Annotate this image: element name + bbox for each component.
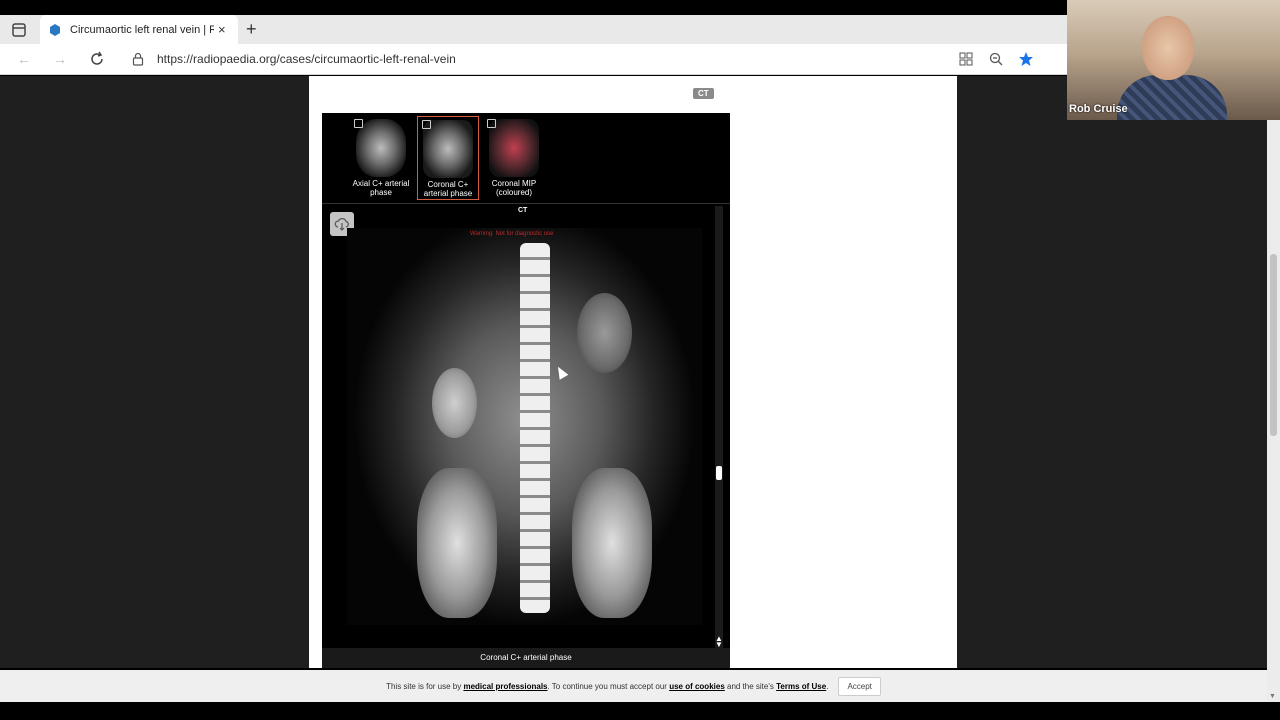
medical-professionals-link[interactable]: medical professionals xyxy=(463,682,547,691)
back-icon[interactable]: ← xyxy=(16,51,32,67)
tab-title: Circumaortic left renal vein | Rad xyxy=(70,23,214,36)
scroll-down-arrow-icon[interactable]: ▼ xyxy=(1269,693,1276,700)
slice-scrollbar[interactable] xyxy=(715,206,723,656)
ct-anatomy xyxy=(572,468,652,618)
slice-stepper-icon[interactable]: ▲ ▼ xyxy=(715,635,723,649)
cookie-notice: This site is for use by medical professi… xyxy=(0,670,1267,702)
zoom-out-icon[interactable] xyxy=(988,51,1004,67)
cookie-text-part: and the site's xyxy=(724,681,777,691)
series-thumb-image xyxy=(489,119,539,177)
reload-icon[interactable] xyxy=(89,51,105,67)
ct-anatomy xyxy=(417,468,497,618)
cookie-text: This site is for use by medical professi… xyxy=(386,682,828,691)
new-tab-button[interactable]: + xyxy=(246,19,257,40)
modality-badge: CT xyxy=(693,88,714,99)
series-thumb-label: Coronal C+ arterial phase xyxy=(423,180,473,198)
radiopaedia-favicon-icon xyxy=(50,23,60,36)
apps-icon[interactable] xyxy=(958,51,974,67)
ct-spine xyxy=(520,243,550,613)
favorite-star-icon[interactable] xyxy=(1018,51,1034,67)
viewer-modality-label: CT xyxy=(518,207,528,214)
url-field[interactable]: https://radiopaedia.org/cases/circumaort… xyxy=(157,52,456,66)
tab-bar: Circumaortic left renal vein | Rad × + xyxy=(0,15,1068,44)
participant-video xyxy=(1142,16,1194,80)
accept-button[interactable]: Accept xyxy=(838,676,881,696)
use-of-cookies-link[interactable]: use of cookies xyxy=(669,682,725,691)
terms-of-use-link[interactable]: Terms of Use xyxy=(776,682,826,691)
webcam-overlay: Rob Cruise xyxy=(1067,0,1280,120)
series-thumb-label: Coronal MIP (coloured) xyxy=(491,179,537,197)
stack-icon xyxy=(422,120,431,129)
series-thumb-image xyxy=(356,119,406,177)
thumb-divider xyxy=(322,203,730,204)
participant-video xyxy=(1117,75,1227,120)
image-caption: Coronal C+ arterial phase xyxy=(480,653,572,662)
page-scroll-thumb[interactable] xyxy=(1270,254,1277,436)
stack-icon xyxy=(487,119,496,128)
ct-anatomy xyxy=(577,293,632,373)
cookie-text-part: . To continue you must accept our xyxy=(547,681,670,691)
series-thumb-mip[interactable]: Coronal MIP (coloured) xyxy=(483,116,545,200)
forward-icon[interactable]: → xyxy=(52,51,68,67)
cookie-text-part: This site is for use by xyxy=(386,681,464,691)
close-tab-icon[interactable]: × xyxy=(218,22,226,37)
lock-icon[interactable] xyxy=(132,52,144,66)
cookie-text-part: . xyxy=(826,681,829,691)
series-thumb-coronal[interactable]: Coronal C+ arterial phase xyxy=(417,116,479,200)
screen: Circumaortic left renal vein | Rad × + ←… xyxy=(0,0,1280,720)
page-scrollbar[interactable]: ▼ xyxy=(1267,76,1280,702)
ct-anatomy xyxy=(432,368,477,438)
series-thumb-axial[interactable]: Axial C+ arterial phase xyxy=(350,116,412,200)
tab-actions-icon[interactable] xyxy=(10,21,28,39)
watermark-warning: Warning: Not for diagnostic use xyxy=(470,231,554,237)
address-bar: ← → https://radiopaedia.org/cases/circum… xyxy=(0,44,1068,75)
stack-icon xyxy=(354,119,363,128)
series-thumb-label: Axial C+ arterial phase xyxy=(352,179,410,197)
participant-name: Rob Cruise xyxy=(1069,103,1128,115)
image-viewer[interactable]: Axial C+ arterial phase Coronal C+ arter… xyxy=(322,113,730,668)
ct-coronal-image[interactable] xyxy=(347,228,702,625)
active-tab[interactable]: Circumaortic left renal vein | Rad × xyxy=(40,15,238,44)
slice-scroll-handle[interactable] xyxy=(716,466,722,480)
